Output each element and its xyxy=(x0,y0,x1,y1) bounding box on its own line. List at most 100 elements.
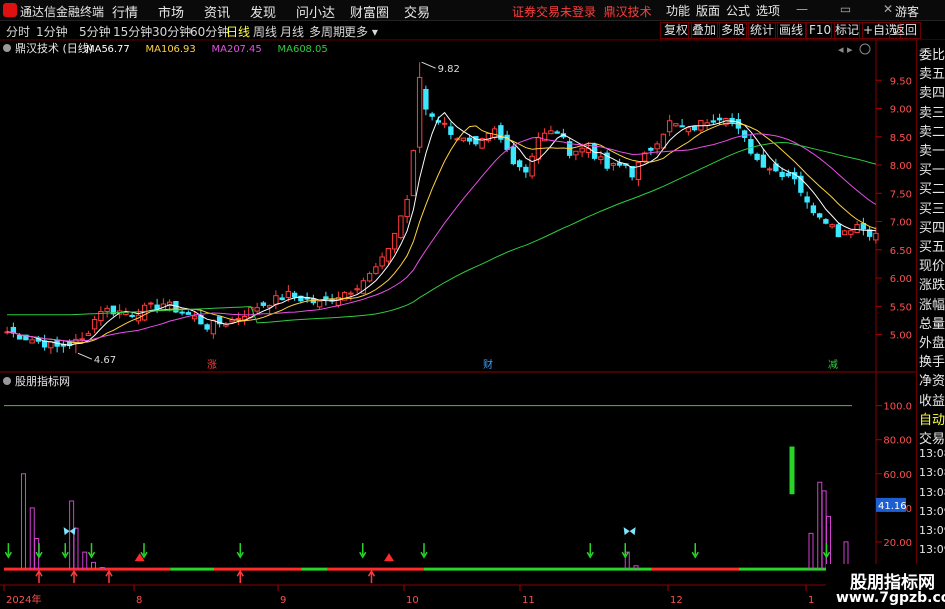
side-item-25[interactable]: 13:09 xyxy=(919,524,945,537)
candle-body xyxy=(648,147,654,151)
side-item-6[interactable]: 买一 xyxy=(919,159,945,178)
candle-body xyxy=(829,224,835,228)
side-item-23[interactable]: 13:08 xyxy=(919,486,945,499)
menu-options[interactable]: 选项 xyxy=(756,2,786,19)
candle-body xyxy=(229,319,235,323)
menu-news[interactable]: 资讯 xyxy=(204,2,250,21)
sub-collapse-icon[interactable] xyxy=(3,377,11,385)
menu-ask[interactable]: 问小达 xyxy=(296,2,350,21)
kline-chart[interactable]: 鼎汉技术 (日线)MA5 6.77 MA10 6.93 MA20 7.45 MA60 8.05… xyxy=(0,40,916,609)
sell-arrow-4 xyxy=(140,543,148,559)
histogram-bar-1 xyxy=(29,507,35,570)
side-item-1[interactable]: 卖五 xyxy=(919,63,945,82)
side-item-8[interactable]: 买三 xyxy=(919,198,945,217)
tool-8[interactable]: 返回 xyxy=(889,22,922,39)
side-item-20[interactable]: 交易 xyxy=(919,428,945,447)
period-5[interactable]: 60分钟 xyxy=(190,23,229,40)
sell-arrow-8 xyxy=(586,543,594,559)
period-4[interactable]: 30分钟 xyxy=(152,23,191,40)
period-0[interactable]: 分时 xyxy=(6,23,30,40)
period-6[interactable]: 日线 xyxy=(226,23,250,40)
candle-body xyxy=(785,172,792,177)
x-tick-label-4: 11 xyxy=(522,595,535,606)
candle-body xyxy=(366,273,373,282)
low-pointer xyxy=(77,352,93,360)
candle-body xyxy=(679,125,685,128)
menu-formula[interactable]: 公式 xyxy=(726,2,756,19)
period-2[interactable]: 5分钟 xyxy=(79,23,111,40)
candle-body xyxy=(79,338,85,341)
menu-function[interactable]: 功能 xyxy=(666,2,696,19)
side-item-7[interactable]: 买二 xyxy=(919,178,945,197)
x-tick-label-3: 10 xyxy=(406,595,419,606)
candle-body xyxy=(654,143,660,150)
candle-body xyxy=(254,307,260,312)
high-price-label: 9.82 xyxy=(438,64,460,75)
menu-market[interactable]: 市场 xyxy=(158,2,204,21)
side-item-11[interactable]: 现价 xyxy=(919,255,945,274)
settings-gear-icon[interactable] xyxy=(859,43,871,55)
candle-body xyxy=(779,171,785,178)
event-marker-1: 财 xyxy=(483,358,493,371)
tool-1[interactable]: 叠加 xyxy=(688,22,721,39)
side-item-18[interactable]: 收益 xyxy=(919,390,945,409)
login-notice[interactable]: 证券交易未登录 鼎汉技术 xyxy=(512,3,652,20)
menu-wealth[interactable]: 财富圈 xyxy=(350,2,404,21)
side-item-16[interactable]: 换手 xyxy=(919,351,945,370)
menu-trade[interactable]: 交易 xyxy=(404,2,450,21)
side-item-14[interactable]: 总量 xyxy=(919,313,945,332)
sell-arrow-0 xyxy=(4,543,13,559)
ma-line-ma20 xyxy=(7,133,877,342)
side-item-0[interactable]: 委比 xyxy=(919,44,945,63)
histogram-bar-0 xyxy=(21,473,26,570)
side-item-21[interactable]: 13:08 xyxy=(919,447,945,460)
candle-body xyxy=(410,150,417,197)
period-1[interactable]: 1分钟 xyxy=(36,23,68,40)
side-item-15[interactable]: 外盘 xyxy=(919,332,945,351)
candle-body xyxy=(241,316,248,321)
period-8[interactable]: 月线 xyxy=(280,23,304,40)
scroll-arrows-icon[interactable]: ◂ ▸ xyxy=(838,43,853,56)
collapse-icon[interactable] xyxy=(3,44,11,52)
candle-body xyxy=(598,156,604,161)
candle-body xyxy=(398,215,404,238)
menu-quotes[interactable]: 行情 xyxy=(112,2,158,21)
tool-2[interactable]: 多股 xyxy=(717,22,750,39)
candle-body xyxy=(354,288,360,291)
period-7[interactable]: 周线 xyxy=(253,23,277,40)
candle-body xyxy=(16,334,23,340)
side-item-22[interactable]: 13:08 xyxy=(919,466,945,479)
side-item-17[interactable]: 净资 xyxy=(919,370,945,389)
tool-3[interactable]: 统计 xyxy=(746,22,779,39)
side-item-26[interactable]: 13:09 xyxy=(919,543,945,556)
period-9[interactable]: 多周期 xyxy=(309,23,345,40)
side-item-5[interactable]: 卖一 xyxy=(919,140,945,159)
sell-arrow-7 xyxy=(420,543,428,559)
side-item-24[interactable]: 13:09 xyxy=(919,505,945,518)
candle-body xyxy=(610,163,617,166)
candle-body xyxy=(448,126,454,135)
x-tick-label-1: 8 xyxy=(136,595,142,606)
histogram-bar-13 xyxy=(826,515,831,570)
tool-4[interactable]: 画线 xyxy=(775,22,808,39)
side-item-13[interactable]: 涨幅 xyxy=(919,294,945,313)
side-item-19[interactable]: 自动 xyxy=(919,409,945,428)
side-item-2[interactable]: 卖四 xyxy=(919,82,945,101)
sub-y-tick-label-2: 60.00 xyxy=(883,470,912,481)
guest-label[interactable]: 游客 xyxy=(895,3,919,20)
side-item-4[interactable]: 卖二 xyxy=(919,121,945,140)
period-10[interactable]: 更多 ▾ xyxy=(344,23,378,40)
side-item-10[interactable]: 买五 xyxy=(919,236,945,255)
menu-discover[interactable]: 发现 xyxy=(250,2,296,21)
side-item-12[interactable]: 涨跌 xyxy=(919,274,945,293)
side-item-3[interactable]: 卖三 xyxy=(919,102,945,121)
window-controls[interactable]: — ▭ ✕ xyxy=(796,2,907,16)
alert-triangle-1 xyxy=(384,553,394,562)
candle-body xyxy=(810,205,817,214)
period-3[interactable]: 15分钟 xyxy=(113,23,152,40)
side-item-9[interactable]: 买四 xyxy=(919,217,945,236)
menu-layout[interactable]: 版面 xyxy=(696,2,726,19)
candle-body xyxy=(348,292,354,295)
candle-body xyxy=(554,131,560,134)
candle-body xyxy=(816,213,823,218)
